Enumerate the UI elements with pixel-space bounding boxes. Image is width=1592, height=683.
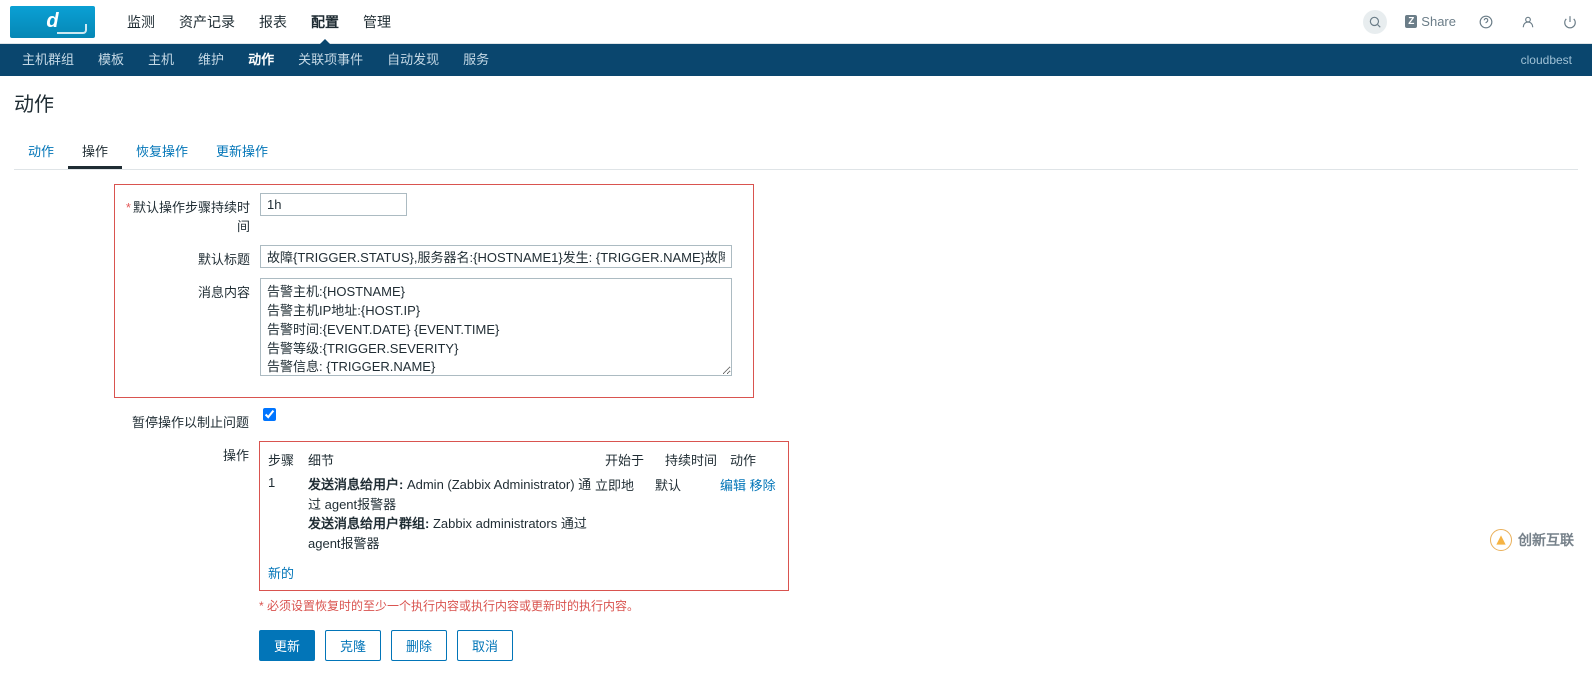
operations-table: 步骤 细节 开始于 持续时间 动作 1 发送消息给用户: Admin (Zabb… [259,441,789,591]
ops-row: 1 发送消息给用户: Admin (Zabbix Administrator) … [268,475,780,553]
tab-update[interactable]: 更新操作 [202,135,282,169]
share-label: Share [1421,14,1456,29]
watermark: 创新互联 [1490,529,1574,551]
edit-link[interactable]: 编辑 [720,478,746,493]
subnav-templates[interactable]: 模板 [86,44,136,76]
sub-bar: 主机群组 模板 主机 维护 动作 关联项事件 自动发现 服务 cloudbest [0,44,1592,76]
ops-actions: 编辑 移除 [720,475,780,494]
ops-detail: 发送消息给用户: Admin (Zabbix Administrator) 通过… [308,475,595,553]
page-title: 动作 [14,88,1578,117]
col-step: 步骤 [268,450,308,469]
tab-operations[interactable]: 操作 [68,135,122,169]
pause-checkbox[interactable] [263,408,276,421]
nav-reports[interactable]: 报表 [247,0,299,44]
page-content: 动作 动作 操作 恢复操作 更新操作 *默认操作步骤持续时间 默认标题 消息内容… [0,76,1592,683]
top-right: Z Share [1363,10,1582,34]
subnav-right: cloudbest [1521,53,1582,67]
pause-label: 暂停操作以制止问题 [114,408,259,431]
required-note: * 必须设置恢复时的至少一个执行内容或执行内容或更新时的执行内容。 [259,597,789,614]
user-icon[interactable] [1516,10,1540,34]
subnav-correlation[interactable]: 关联项事件 [286,44,375,76]
ops-start: 立即地 [595,475,655,494]
button-row: 更新 克隆 删除 取消 [259,630,789,661]
nav-monitoring[interactable]: 监测 [115,0,167,44]
ops-duration: 默认 [655,475,720,494]
tab-recovery[interactable]: 恢复操作 [122,135,202,169]
message-label: 消息内容 [115,278,260,301]
subnav-discovery[interactable]: 自动发现 [375,44,451,76]
highlight-box-1: *默认操作步骤持续时间 默认标题 消息内容 [114,184,754,398]
form-region: *默认操作步骤持续时间 默认标题 消息内容 暂停操作以制止问题 操作 步骤 [114,184,1578,661]
subject-label: 默认标题 [115,245,260,268]
col-detail: 细节 [308,450,605,469]
operations-label: 操作 [114,441,259,464]
new-operation-link[interactable]: 新的 [268,566,294,581]
help-icon[interactable] [1474,10,1498,34]
watermark-text: 创新互联 [1518,530,1574,550]
logo[interactable]: d [10,6,95,38]
col-duration: 持续时间 [665,450,730,469]
share-link[interactable]: Z Share [1405,14,1456,29]
col-action: 动作 [730,450,780,469]
clone-button[interactable]: 克隆 [325,630,381,661]
subnav-hosts[interactable]: 主机 [136,44,186,76]
col-start: 开始于 [605,450,665,469]
subnav-actions[interactable]: 动作 [236,44,286,76]
nav-administration[interactable]: 管理 [351,0,403,44]
update-button[interactable]: 更新 [259,630,315,661]
sub-nav: 主机群组 模板 主机 维护 动作 关联项事件 自动发现 服务 [10,44,501,76]
message-textarea[interactable] [260,278,732,376]
delete-button[interactable]: 删除 [391,630,447,661]
subnav-services[interactable]: 服务 [451,44,501,76]
power-icon[interactable] [1558,10,1582,34]
form-tabs: 动作 操作 恢复操作 更新操作 [14,135,1578,170]
subnav-maintenance[interactable]: 维护 [186,44,236,76]
cancel-button[interactable]: 取消 [457,630,513,661]
remove-link[interactable]: 移除 [750,478,776,493]
tab-action[interactable]: 动作 [14,135,68,169]
watermark-icon [1490,529,1512,551]
z-icon: Z [1405,15,1417,28]
subnav-hostgroups[interactable]: 主机群组 [10,44,86,76]
top-bar: d 监测 资产记录 报表 配置 管理 Z Share [0,0,1592,44]
top-nav: 监测 资产记录 报表 配置 管理 [115,0,403,44]
nav-inventory[interactable]: 资产记录 [167,0,247,44]
subject-input[interactable] [260,245,732,268]
ops-step-num: 1 [268,475,308,490]
search-icon[interactable] [1363,10,1387,34]
duration-label: *默认操作步骤持续时间 [115,193,260,235]
ops-header: 步骤 细节 开始于 持续时间 动作 [268,450,780,469]
nav-configuration[interactable]: 配置 [299,0,351,44]
duration-input[interactable] [260,193,407,216]
